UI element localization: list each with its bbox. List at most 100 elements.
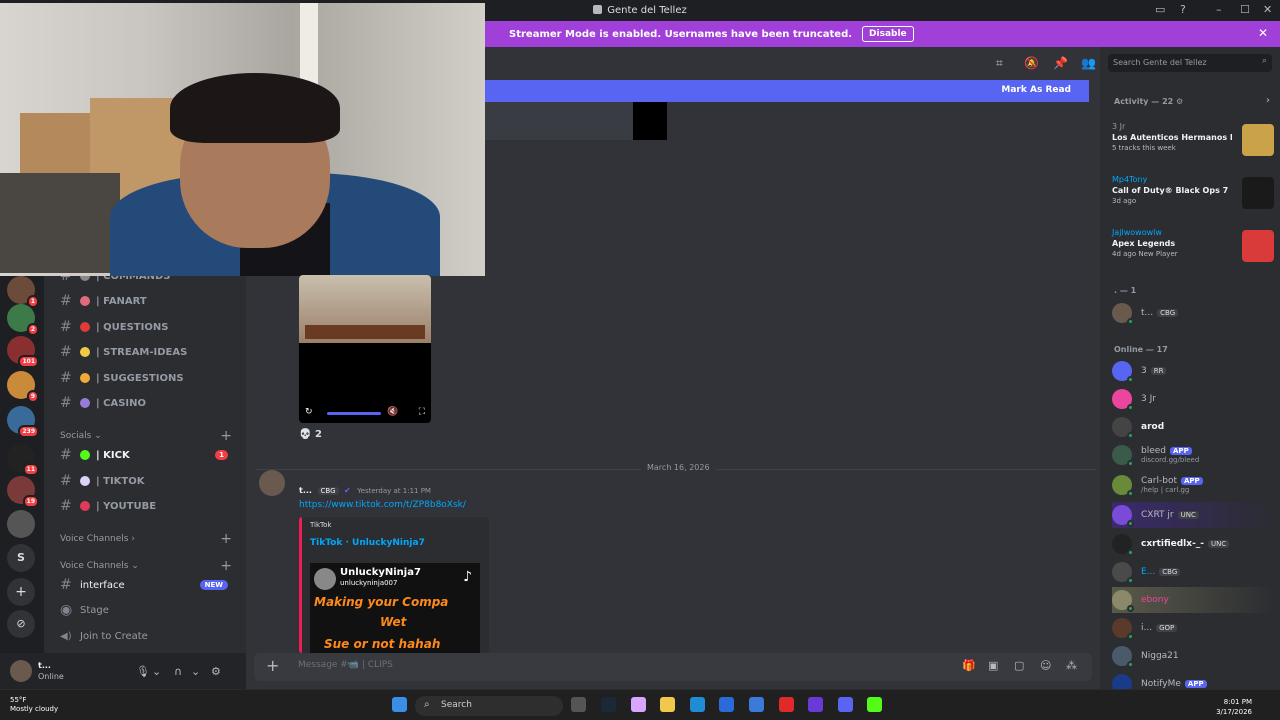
add-channel-icon[interactable]: + xyxy=(220,531,232,547)
edge-icon[interactable] xyxy=(690,697,705,712)
taskbar-search[interactable]: ⌕ Search xyxy=(415,696,563,716)
discord-icon[interactable] xyxy=(838,697,853,712)
system-clock[interactable]: 8:01 PM 3/17/2026 xyxy=(1216,697,1252,717)
emoji-icon[interactable]: ☺ xyxy=(1040,659,1051,672)
gift-icon[interactable]: 🎁 xyxy=(962,659,976,672)
server-icon[interactable]: 11 xyxy=(7,444,39,476)
file-explorer-icon[interactable] xyxy=(660,697,675,712)
mark-as-read-button[interactable]: Mark As Read xyxy=(1001,85,1071,95)
chevron-down-icon[interactable]: ⌄ xyxy=(191,665,200,678)
activity-header[interactable]: Activity — 22 ⚙ › xyxy=(1114,95,1274,106)
banner-close-icon[interactable]: ✕ xyxy=(1258,26,1268,40)
member-item[interactable]: 3 RR xyxy=(1112,358,1274,384)
category-voice-channels[interactable]: Voice Channels ⌄ + xyxy=(60,558,234,574)
channel-item[interactable]: # | QUESTIONS xyxy=(60,316,240,338)
channel-item[interactable]: # | SUGGESTIONS xyxy=(60,367,240,389)
member-item[interactable]: CXRT jr UNC xyxy=(1112,502,1274,528)
member-item[interactable]: bleed APP discord.gg/bleed xyxy=(1112,442,1274,468)
member-item[interactable]: cxrtifiedlx-_- UNC xyxy=(1112,531,1274,557)
fullscreen-icon[interactable]: ⛶ xyxy=(419,407,425,417)
activity-card[interactable]: Jajlwowowlw Apex Legends 4d ago New Play… xyxy=(1112,228,1274,272)
server-icon[interactable]: 19 xyxy=(7,476,39,508)
threads-icon[interactable]: ⌗ xyxy=(996,56,1003,71)
mute-bell-icon[interactable]: 🔕 xyxy=(1024,56,1039,70)
server-icon[interactable]: 2 xyxy=(7,304,39,336)
add-channel-icon[interactable]: + xyxy=(220,558,232,574)
member-item[interactable]: Carl-bot APP/help | carl.gg xyxy=(1112,472,1274,498)
activity-card[interactable]: Mp4Tony Call of Duty® Black Ops 7 3d ago xyxy=(1112,175,1274,219)
video-attachment[interactable]: ↻ 🔇 ⛶ xyxy=(299,275,431,423)
channel-item[interactable]: # | FANART xyxy=(60,290,240,312)
new-messages-bar[interactable]: Mark As Read xyxy=(485,80,1089,102)
activity-card[interactable]: 3 Jr Los Autenticos Hermanos B... 5 trac… xyxy=(1112,122,1274,166)
channel-item-tiktok[interactable]: # | TIKTOK xyxy=(60,470,240,492)
message-input[interactable]: Message #📹 | CLIPS xyxy=(298,660,393,670)
member-item[interactable]: Nigga21 xyxy=(1112,643,1274,669)
app-icon[interactable] xyxy=(749,697,764,712)
message-composer[interactable]: + Message #📹 | CLIPS 🎁 ▣ ▢ ☺ ⁂ xyxy=(254,653,1092,681)
sticker-icon[interactable]: ▢ xyxy=(1014,659,1024,672)
server-letter-icon[interactable]: S xyxy=(7,544,35,572)
channel-item-kick[interactable]: # | KICK 1 xyxy=(60,444,240,466)
app-icon[interactable] xyxy=(808,697,823,712)
channel-item-join-to-create[interactable]: ◀) Join to Create xyxy=(60,625,240,647)
member-item[interactable]: ebony xyxy=(1112,587,1274,613)
minimize-button[interactable]: – xyxy=(1216,3,1222,16)
apps-icon[interactable]: ⁂ xyxy=(1066,659,1077,672)
youtube-icon[interactable] xyxy=(779,697,794,712)
copilot-icon[interactable] xyxy=(631,697,646,712)
server-icon[interactable]: 9 xyxy=(7,371,39,403)
close-window-button[interactable]: ✕ xyxy=(1263,3,1272,16)
server-icon[interactable] xyxy=(7,510,35,538)
settings-gear-icon[interactable]: ⚙ xyxy=(211,665,221,678)
embed-thumbnail[interactable]: UnluckyNinja7 unluckyninja007 ♪ Making y… xyxy=(310,563,480,653)
pin-icon[interactable]: 📌 xyxy=(1053,56,1068,70)
member-item[interactable]: arod xyxy=(1112,414,1274,440)
server-icon[interactable]: 101 xyxy=(7,336,39,368)
server-icon[interactable]: 239 xyxy=(7,406,39,438)
add-server-icon[interactable]: + xyxy=(7,578,35,606)
steam-icon[interactable] xyxy=(601,697,616,712)
avatar[interactable] xyxy=(10,660,32,682)
category-socials[interactable]: Socials ⌄ + xyxy=(60,428,234,444)
reaction-skull[interactable]: 💀 2 xyxy=(299,429,322,440)
image-attachment[interactable] xyxy=(485,102,667,140)
microphone-icon[interactable]: 🎙 xyxy=(136,665,150,678)
member-item[interactable]: i... GOP xyxy=(1112,615,1274,641)
upload-plus-icon[interactable]: + xyxy=(266,656,279,675)
chevron-right-icon[interactable]: › xyxy=(1266,95,1270,106)
category-voice-channels[interactable]: Voice Channels › + xyxy=(60,531,234,547)
chevron-down-icon[interactable]: ⌄ xyxy=(152,665,161,678)
channel-item[interactable]: # | CASINO xyxy=(60,392,240,414)
video-progress-bar[interactable] xyxy=(327,412,381,415)
kick-icon[interactable] xyxy=(867,697,882,712)
help-icon[interactable]: ? xyxy=(1180,3,1186,16)
disable-streamer-mode-button[interactable]: Disable xyxy=(862,26,914,42)
message-avatar[interactable] xyxy=(259,470,285,496)
message-author[interactable]: t... xyxy=(299,486,312,495)
muted-speaker-icon[interactable]: 🔇 xyxy=(387,407,398,417)
channel-item-interface[interactable]: # interface NEW xyxy=(60,574,240,596)
weather-widget[interactable]: 55°F Mostly cloudy xyxy=(10,696,58,714)
server-icon[interactable]: 1 xyxy=(7,276,39,308)
member-item[interactable]: E... CBG xyxy=(1112,559,1274,585)
task-view-icon[interactable] xyxy=(571,697,586,712)
member-item[interactable]: 3 Jr xyxy=(1112,386,1274,412)
embed-title[interactable]: TikTok · UnluckyNinja7 xyxy=(310,538,425,548)
channel-item-youtube[interactable]: # | YOUTUBE xyxy=(60,495,240,517)
store-icon[interactable] xyxy=(719,697,734,712)
member-item[interactable]: t... CBG xyxy=(1112,300,1274,326)
user-info[interactable]: t... Online xyxy=(38,660,64,682)
headphones-icon[interactable]: ∩ xyxy=(174,665,182,678)
discover-icon[interactable]: ⊘ xyxy=(7,610,35,638)
channel-item[interactable]: # | STREAM-IDEAS xyxy=(60,341,240,363)
channel-item-stage[interactable]: ◉ Stage xyxy=(60,599,240,621)
gif-icon[interactable]: ▣ xyxy=(988,659,998,672)
add-channel-icon[interactable]: + xyxy=(220,428,232,444)
message-link[interactable]: https://www.tiktok.com/t/ZP8b8oXsk/ xyxy=(299,500,466,510)
member-list-icon[interactable]: 👥 xyxy=(1081,56,1096,70)
inbox-icon[interactable]: ▭ xyxy=(1155,3,1165,16)
maximize-button[interactable]: ☐ xyxy=(1240,3,1250,16)
windows-start-icon[interactable] xyxy=(392,697,407,712)
replay-icon[interactable]: ↻ xyxy=(305,407,313,417)
